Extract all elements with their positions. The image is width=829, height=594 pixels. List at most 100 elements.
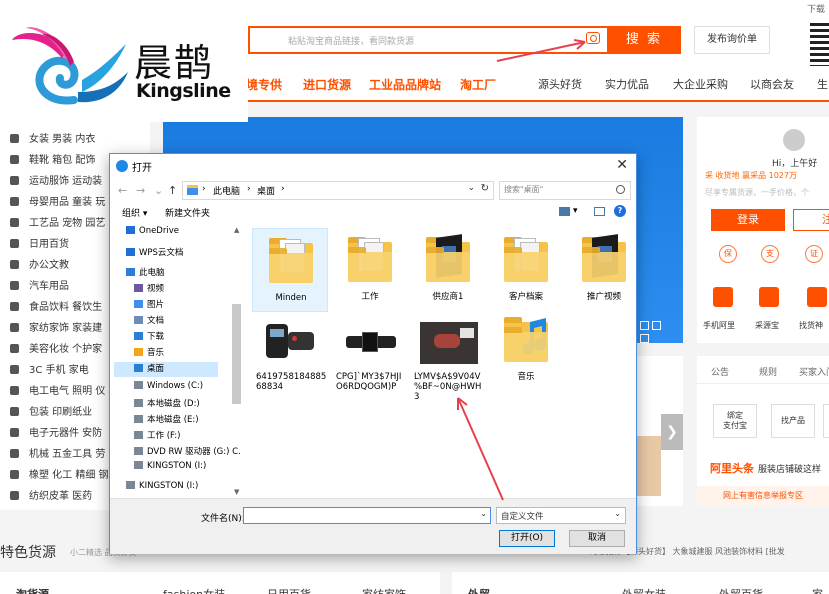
nav-tree-item[interactable]: 文档 xyxy=(114,314,164,329)
category-item[interactable]: 汽车用品 xyxy=(10,277,69,297)
nav-item[interactable]: 实力优品 xyxy=(605,76,649,92)
nav-tree-item[interactable]: KINGSTON (I:) xyxy=(114,481,198,496)
file-item[interactable]: 供应商1 xyxy=(410,228,486,312)
nav-item[interactable]: 淘工厂 xyxy=(460,76,496,93)
category-item[interactable]: 纺织皮革 医药 xyxy=(10,487,92,507)
register-button[interactable]: 注 xyxy=(793,209,829,231)
feature-label[interactable]: fashion女装 xyxy=(163,586,225,594)
search-icon[interactable] xyxy=(616,185,625,194)
folder-search[interactable]: 搜索"桌面" xyxy=(499,181,631,200)
app-icon[interactable] xyxy=(759,287,779,307)
category-item[interactable]: 电子元器件 安防 xyxy=(10,424,102,444)
nav-tree-item[interactable]: 本地磁盘 (D:) xyxy=(114,397,200,412)
feature-label[interactable]: 家 xyxy=(812,586,823,594)
nav-tree-item[interactable]: 下载 xyxy=(114,330,164,345)
address-bar[interactable]: › 此电脑 › 桌面 › ⌄ ↻ xyxy=(182,181,494,200)
nav-tree-item[interactable]: 视频 xyxy=(114,282,164,297)
nav-item[interactable]: 大企业采购 xyxy=(673,76,728,92)
nav-item[interactable]: 以商会友 xyxy=(750,76,794,92)
category-item[interactable]: 美容化妆 个护家 xyxy=(10,340,102,360)
search-input[interactable]: 搜索"桌面" xyxy=(504,184,543,195)
open-button[interactable]: 打开(O) xyxy=(499,530,555,547)
new-folder-button[interactable]: 新建文件夹 xyxy=(165,206,210,219)
chevron-down-icon[interactable]: ▾ xyxy=(573,206,578,216)
nav-item[interactable]: 进口货源 xyxy=(303,76,351,93)
shield-icon[interactable]: 保 xyxy=(719,245,737,263)
download-link[interactable]: 下载 xyxy=(807,2,825,15)
app-icon[interactable] xyxy=(713,287,733,307)
banner-dot[interactable] xyxy=(640,321,649,330)
up-arrow-icon[interactable]: ↑ xyxy=(168,184,177,197)
cancel-button[interactable]: 取消 xyxy=(569,530,625,547)
category-item[interactable]: 3C 手机 家电 xyxy=(10,361,89,381)
feature-label[interactable]: 外贸女装 xyxy=(622,586,666,594)
breadcrumb-separator[interactable]: › xyxy=(202,184,206,194)
headline[interactable]: 阿里头条 服装店铺破这样 xyxy=(710,460,821,476)
category-item[interactable]: 母婴用品 童装 玩 xyxy=(10,193,105,213)
category-item[interactable]: 鞋靴 箱包 配饰 xyxy=(10,151,95,171)
nav-tree-item[interactable]: Windows (C:) xyxy=(114,381,203,396)
scrollbar-thumb[interactable] xyxy=(232,304,241,404)
category-item[interactable]: 机械 五金工具 劳 xyxy=(10,445,105,465)
close-icon[interactable]: ✕ xyxy=(616,157,628,173)
nav-tree-item[interactable]: 工作 (F:) xyxy=(114,429,180,444)
file-item[interactable]: CPG]`MY3$7HJI O6RDQOGM)P xyxy=(332,308,408,392)
file-item[interactable]: LYMV$A$9V04V %BF~0N@HWH 3 xyxy=(410,308,486,402)
filename-input[interactable]: ⌄ xyxy=(243,507,491,524)
preview-pane-icon[interactable] xyxy=(594,207,605,216)
file-item[interactable]: 工作 xyxy=(332,228,408,312)
category-item[interactable]: 日用百货 xyxy=(10,235,69,255)
nav-item[interactable]: 境专供 xyxy=(246,76,282,93)
login-button[interactable]: 登录 xyxy=(711,209,785,231)
banner-dot[interactable] xyxy=(640,334,649,343)
nav-tree-item[interactable]: 图片 xyxy=(114,298,164,313)
category-item[interactable]: 电工电气 照明 仪 xyxy=(10,382,105,402)
banner-dot[interactable] xyxy=(652,321,661,330)
shield-icon[interactable]: 支 xyxy=(761,245,779,263)
scroll-down-icon[interactable]: ▼ xyxy=(234,488,239,496)
tab-buyer-guide[interactable]: 买家入门 xyxy=(799,365,829,378)
category-item[interactable]: 橡塑 化工 精细 钢 xyxy=(10,466,109,486)
feature-label[interactable]: 家纺家饰 xyxy=(362,586,406,594)
file-item[interactable]: 客户档案 xyxy=(488,228,564,312)
back-arrow-icon[interactable]: ← xyxy=(118,184,127,197)
nav-item[interactable]: 源头好货 xyxy=(538,76,582,92)
nav-item[interactable]: 生 xyxy=(817,76,828,92)
feature-label[interactable]: 淘货源 xyxy=(16,586,49,594)
scroll-up-icon[interactable]: ▲ xyxy=(234,226,239,234)
search-box[interactable]: 粘贴淘宝商品链接，看同款货源 xyxy=(248,26,608,54)
category-item[interactable]: 食品饮料 餐饮生 xyxy=(10,298,102,318)
help-icon[interactable]: ? xyxy=(614,205,626,217)
breadcrumb-desktop[interactable]: 桌面 xyxy=(257,184,275,197)
nav-tree-item[interactable]: 本地磁盘 (E:) xyxy=(114,413,199,428)
feature-label[interactable]: 外贸 xyxy=(468,586,490,594)
nav-tree-item[interactable]: WPS云文档 xyxy=(114,246,183,261)
forward-arrow-icon[interactable]: → xyxy=(136,184,145,197)
chevron-right-icon[interactable]: ❯ xyxy=(661,414,683,450)
dialog-title-bar[interactable]: 打开 ✕ xyxy=(110,154,636,178)
tab-notice[interactable]: 公告 xyxy=(711,365,729,378)
post-inquiry-button[interactable]: 发布询价单 xyxy=(694,26,770,54)
camera-icon[interactable] xyxy=(586,32,600,44)
category-item[interactable]: 工艺品 宠物 园艺 xyxy=(10,214,105,234)
category-item[interactable]: 办公文教 xyxy=(10,256,69,276)
breadcrumb-separator[interactable]: › xyxy=(281,184,285,194)
file-item[interactable]: 641975818488568834 xyxy=(252,308,328,392)
shield-icon[interactable]: 证 xyxy=(805,245,823,263)
category-item[interactable]: 运动服饰 运动装 xyxy=(10,172,102,192)
app-icon[interactable] xyxy=(807,287,827,307)
tab-rules[interactable]: 规则 xyxy=(759,365,777,378)
feature-label[interactable]: 日用百货 xyxy=(267,586,311,594)
nav-item[interactable]: 工业品品牌站 xyxy=(369,76,441,93)
chevron-down-icon[interactable]: ⌄ xyxy=(154,184,163,197)
breadcrumb-separator[interactable]: › xyxy=(247,184,251,194)
report-link[interactable]: 网上有害信息举报专区 xyxy=(697,486,829,506)
search-input[interactable]: 粘贴淘宝商品链接，看同款货源 xyxy=(288,34,414,47)
nav-tree-item[interactable]: OneDrive xyxy=(114,226,179,241)
feature-label[interactable]: 外贸百货 xyxy=(719,586,763,594)
nav-tree-item[interactable]: 此电脑 xyxy=(114,266,165,281)
search-button[interactable]: 搜 索 xyxy=(607,26,681,54)
file-item[interactable]: 音乐 xyxy=(488,308,564,392)
nav-tree-item[interactable]: 音乐 xyxy=(114,346,164,361)
file-item[interactable]: 推广视频 xyxy=(566,228,642,312)
